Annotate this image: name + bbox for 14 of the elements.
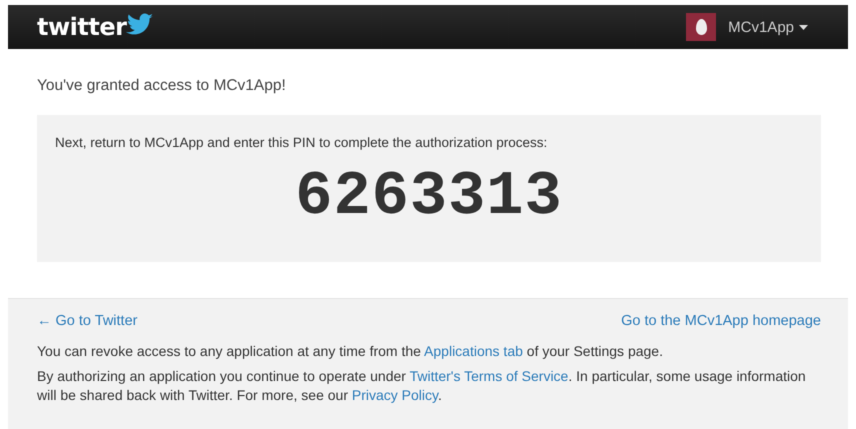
avatar[interactable] (686, 13, 716, 41)
instruction-text: Next, return to MCv1App and enter this PIN to complete the authorization process: (55, 135, 548, 150)
footer-paragraph: By authorizing an application you continue to operate under Twitter's Terms of Service. In particular, some usage information will be shared back with Twitter. For more, see our Privacy Policy. (37, 367, 807, 405)
text-link[interactable]: Twitter's Terms of Service (410, 368, 568, 384)
heading: You've granted access to MCv1App! (37, 77, 287, 95)
text-link[interactable]: Privacy Policy (352, 387, 438, 403)
logo-wordmark[interactable]: twitter (37, 15, 126, 39)
back-link[interactable]: ← Go to Twitter (37, 313, 138, 329)
caret-icon (799, 24, 808, 30)
homepage-link[interactable]: Go to the MCv1App homepage (621, 313, 821, 329)
text-link[interactable]: Applications tab (424, 343, 523, 359)
account-menu-button[interactable]: MCv1App (728, 18, 808, 36)
pin-code: 6263313 (294, 166, 564, 228)
footer-paragraph: You can revoke access to any application at any time from the Applications tab of your Settings page. (37, 342, 664, 361)
